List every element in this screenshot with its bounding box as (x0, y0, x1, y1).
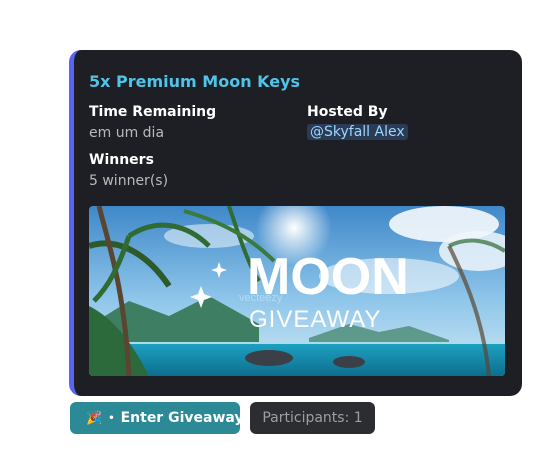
embed-title: 5x Premium Moon Keys (89, 72, 301, 91)
participants-button[interactable]: Participants: 1 (250, 402, 375, 434)
winners-value: 5 winner(s) (89, 173, 169, 189)
enter-giveaway-label: Enter Giveaway (120, 410, 244, 426)
giveaway-banner-image: MOON GIVEAWAY vecteezy (89, 206, 505, 376)
host-mention[interactable]: @Skyfall Alex (307, 124, 408, 140)
time-remaining-label: Time Remaining (89, 104, 217, 120)
party-popper-icon: 🎉 (86, 410, 103, 426)
winners-label: Winners (89, 152, 154, 168)
participants-label: Participants: 1 (262, 410, 363, 426)
banner-subtitle: GIVEAWAY (249, 306, 381, 333)
separator-dot: • (108, 412, 115, 424)
giveaway-embed: 5x Premium Moon Keys Time Remaining em u… (69, 50, 522, 396)
enter-giveaway-button[interactable]: 🎉 • Enter Giveaway (70, 402, 244, 434)
time-remaining-value: em um dia (89, 125, 165, 141)
hosted-by-label: Hosted By (307, 104, 388, 120)
banner-watermark: vecteezy (239, 292, 283, 304)
